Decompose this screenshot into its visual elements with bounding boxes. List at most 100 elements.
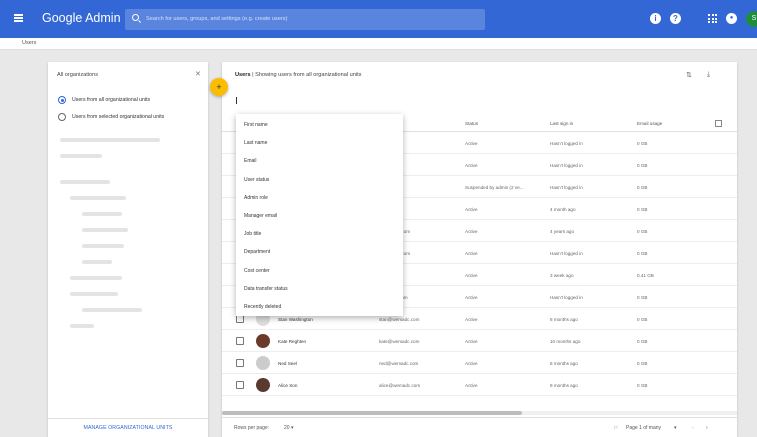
- user-last-sign-in: 9 months ago: [550, 383, 578, 388]
- breadcrumb-users[interactable]: Users: [22, 40, 36, 46]
- next-page-icon[interactable]: ›: [706, 425, 708, 431]
- user-status: Active: [465, 273, 478, 278]
- horizontal-scrollbar[interactable]: [222, 411, 737, 415]
- user-email-usage: 0 GB: [637, 185, 648, 190]
- filter-option-user-status[interactable]: User status: [244, 177, 269, 183]
- user-name[interactable]: Ned Seel: [278, 361, 297, 366]
- help-icon[interactable]: ?: [670, 13, 681, 24]
- add-filter-dropdown: First name Last name Email User status Admin…: [236, 114, 403, 316]
- org-search-field[interactable]: [60, 138, 160, 142]
- user-email-usage: 0 GB: [637, 295, 648, 300]
- filter-option-data-transfer-status[interactable]: Data transfer status: [244, 286, 288, 292]
- user-email-usage: 0 GB: [637, 339, 648, 344]
- user-last-sign-in: 4 month ago: [550, 207, 576, 212]
- org-tree-item[interactable]: [82, 244, 124, 248]
- search-icon: [132, 14, 139, 21]
- row-checkbox[interactable]: [236, 315, 244, 323]
- account-avatar[interactable]: S: [746, 11, 757, 27]
- filter-option-recently-deleted[interactable]: Recently deleted: [244, 304, 281, 310]
- org-tree-item[interactable]: [82, 228, 128, 232]
- rows-per-page-label: Rows per page:: [234, 425, 270, 431]
- org-tree-item[interactable]: [70, 276, 122, 280]
- filter-input-cursor[interactable]: [236, 97, 237, 104]
- search-placeholder: Search for users, groups, and settings (…: [146, 16, 288, 22]
- user-last-sign-in: 8 months ago: [550, 361, 578, 366]
- user-last-sign-in: Hasn't logged in: [550, 163, 583, 168]
- user-last-sign-in: 8 months ago: [550, 317, 578, 322]
- filter-option-department[interactable]: Department: [244, 249, 270, 255]
- user-name[interactable]: Kate Reghten: [278, 339, 306, 344]
- user-email-usage: 0 GB: [637, 361, 648, 366]
- user-email-usage: 0 GB: [637, 207, 648, 212]
- org-tree-item[interactable]: [70, 324, 94, 328]
- filter-option-first-name[interactable]: First name: [244, 122, 268, 128]
- row-checkbox[interactable]: [236, 337, 244, 345]
- user-email: kate@wemadc.com: [379, 339, 420, 344]
- user-name[interactable]: Alice Son: [278, 383, 297, 388]
- previous-page-icon[interactable]: ‹: [692, 425, 694, 431]
- radio-selected-users[interactable]: [58, 113, 66, 121]
- apps-grid-icon[interactable]: [708, 14, 717, 23]
- app-title[interactable]: Google Admin: [42, 11, 121, 25]
- menu-icon[interactable]: [14, 14, 23, 22]
- radio-all-users[interactable]: [58, 96, 66, 104]
- user-status: Active: [465, 163, 478, 168]
- sidebar-title: All organizations: [57, 72, 99, 78]
- page-title-bold: Users: [235, 72, 251, 78]
- radio-selected-label: Users from selected organizational units: [72, 114, 165, 120]
- org-tree-root[interactable]: [60, 180, 110, 184]
- avatar: [256, 378, 270, 392]
- table-row[interactable]: Ned Seel ned@wemadc.com Active 8 months ago…: [222, 353, 737, 374]
- search-bar[interactable]: Search for users, groups, and settings (…: [125, 9, 485, 30]
- info-icon[interactable]: i: [650, 13, 661, 24]
- user-email-usage: 0 GB: [637, 163, 648, 168]
- table-row[interactable]: Alice Son alice@wemadc.com Active 9 months …: [222, 375, 737, 396]
- first-page-icon[interactable]: |<: [614, 425, 618, 431]
- close-icon[interactable]: ✕: [195, 70, 201, 78]
- row-checkbox[interactable]: [236, 381, 244, 389]
- page-select-chevron-down-icon[interactable]: ▾: [674, 425, 677, 431]
- org-tree-item[interactable]: [70, 196, 126, 200]
- user-status: Active: [465, 251, 478, 256]
- user-email-usage: 0.41 GB: [637, 273, 654, 278]
- column-header-status[interactable]: Status: [465, 121, 478, 126]
- user-status: Suspended by admin (2 ve...: [465, 185, 524, 190]
- add-filter-button[interactable]: +: [210, 78, 228, 96]
- rows-per-page-value: 20: [284, 425, 290, 431]
- filter-option-manager-email[interactable]: Manager email: [244, 213, 277, 219]
- user-status: Active: [465, 141, 478, 146]
- avatar: [256, 356, 270, 370]
- sort-icon[interactable]: ⇅: [686, 71, 692, 79]
- user-name[interactable]: Stan Washington: [278, 317, 313, 322]
- org-tree-item[interactable]: [82, 212, 122, 216]
- notifications-icon[interactable]: ●: [726, 13, 737, 24]
- table-footer: Rows per page: 20 ▾ |< Page 1 of many ▾ …: [222, 417, 737, 437]
- user-last-sign-in: Hasn't logged in: [550, 141, 583, 146]
- row-checkbox[interactable]: [236, 359, 244, 367]
- user-email-usage: 0 GB: [637, 229, 648, 234]
- column-settings-icon[interactable]: [715, 120, 722, 127]
- rows-per-page-select[interactable]: 20 ▾: [284, 425, 293, 431]
- table-row[interactable]: Kate Reghten kate@wemadc.com Active 10 mont…: [222, 331, 737, 352]
- column-header-email-usage[interactable]: Email usage: [637, 121, 662, 126]
- filter-option-last-name[interactable]: Last name: [244, 140, 267, 146]
- org-tree-item[interactable]: [70, 292, 118, 296]
- top-bar: Google Admin Search for users, groups, a…: [0, 0, 757, 38]
- download-icon[interactable]: ⤓: [707, 71, 710, 79]
- user-status: Active: [465, 383, 478, 388]
- filter-option-admin-role[interactable]: Admin role: [244, 195, 268, 201]
- filter-option-cost-center[interactable]: Cost center: [244, 268, 270, 274]
- filter-option-email[interactable]: Email: [244, 158, 257, 164]
- user-status: Active: [465, 317, 478, 322]
- user-last-sign-in: Hasn't logged in: [550, 185, 583, 190]
- filter-option-job-title[interactable]: Job title: [244, 231, 261, 237]
- page-indicator: Page 1 of many: [626, 425, 662, 431]
- user-email-usage: 0 GB: [637, 141, 648, 146]
- org-tree-item[interactable]: [82, 308, 142, 312]
- column-header-last-sign-in[interactable]: Last sign in: [550, 121, 573, 126]
- manage-org-units-button[interactable]: MANAGE ORGANIZATIONAL UNITS: [48, 425, 208, 431]
- page-title: Users | Showing users from all organizat…: [235, 72, 361, 78]
- breadcrumb: Users: [0, 38, 757, 50]
- org-tree-item[interactable]: [82, 260, 112, 264]
- page-title-rest: | Showing users from all organizational …: [250, 72, 362, 78]
